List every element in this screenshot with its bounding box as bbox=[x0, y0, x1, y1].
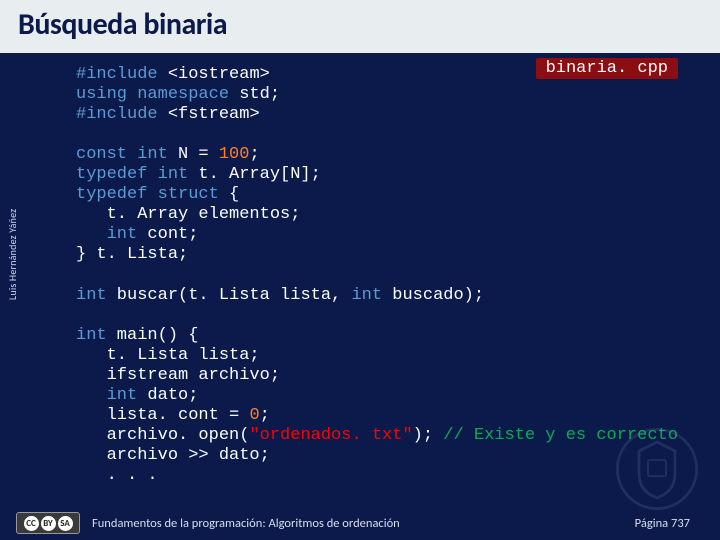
code-token: <iostream> bbox=[158, 65, 270, 84]
code-token: cont; bbox=[137, 225, 198, 244]
code-token: #include bbox=[76, 105, 158, 124]
code-token: int bbox=[351, 286, 382, 305]
code-token: t. Lista lista; bbox=[76, 346, 260, 365]
code-token: dato; bbox=[137, 386, 198, 405]
code-token: archivo >> dato; bbox=[76, 446, 270, 465]
code-token: typedef struct bbox=[76, 185, 219, 204]
code-token: int bbox=[76, 286, 107, 305]
code-token: std; bbox=[229, 85, 280, 104]
footer: CC BY SA Fundamentos de la programación:… bbox=[0, 512, 720, 534]
code-token: ifstream archivo; bbox=[76, 366, 280, 385]
code-token: t. Array[N]; bbox=[188, 165, 321, 184]
footer-text: Fundamentos de la programación: Algoritm… bbox=[92, 516, 635, 531]
cc-badge: CC BY SA bbox=[16, 512, 80, 534]
author-sidebar: Luis Hernández Yáñez bbox=[6, 100, 19, 300]
code-token: ); bbox=[413, 426, 444, 445]
code-token: ; bbox=[249, 145, 259, 164]
code-token: t. Array elementos; bbox=[76, 205, 300, 224]
page-number: Página 737 bbox=[635, 516, 690, 531]
code-token: using namespace bbox=[76, 85, 229, 104]
code-token: N = bbox=[168, 145, 219, 164]
code-token: main() { bbox=[107, 326, 199, 345]
code-token: "ordenados. txt" bbox=[249, 426, 412, 445]
code-token: { bbox=[219, 185, 239, 204]
slide-title: Búsqueda binaria bbox=[18, 6, 702, 43]
code-token: lista. cont = bbox=[76, 406, 249, 425]
cc-icon: CC bbox=[24, 516, 39, 531]
code-token: buscar(t. Lista lista, bbox=[107, 286, 352, 305]
title-bar: Búsqueda binaria bbox=[0, 0, 720, 55]
filename-badge: binaria. cpp bbox=[536, 58, 678, 79]
code-token: } t. Lista; bbox=[76, 245, 188, 264]
code-token: archivo. open( bbox=[76, 426, 249, 445]
code-token: int bbox=[76, 326, 107, 345]
sa-icon: SA bbox=[58, 516, 73, 531]
code-token: int bbox=[107, 225, 138, 244]
code-token: const int bbox=[76, 145, 168, 164]
code-token: #include bbox=[76, 65, 158, 84]
by-icon: BY bbox=[41, 516, 56, 531]
code-token: <fstream> bbox=[158, 105, 260, 124]
code-token bbox=[76, 386, 107, 405]
code-token: 0 bbox=[249, 406, 259, 425]
code-block: #include <iostream> using namespace std;… bbox=[0, 55, 720, 486]
code-token: ; bbox=[260, 406, 270, 425]
code-token: int bbox=[107, 386, 138, 405]
code-token: buscado); bbox=[382, 286, 484, 305]
code-token: . . . bbox=[76, 466, 158, 485]
code-token: typedef int bbox=[76, 165, 188, 184]
code-token bbox=[76, 225, 107, 244]
code-token: 100 bbox=[219, 145, 250, 164]
watermark-logo bbox=[612, 424, 702, 514]
